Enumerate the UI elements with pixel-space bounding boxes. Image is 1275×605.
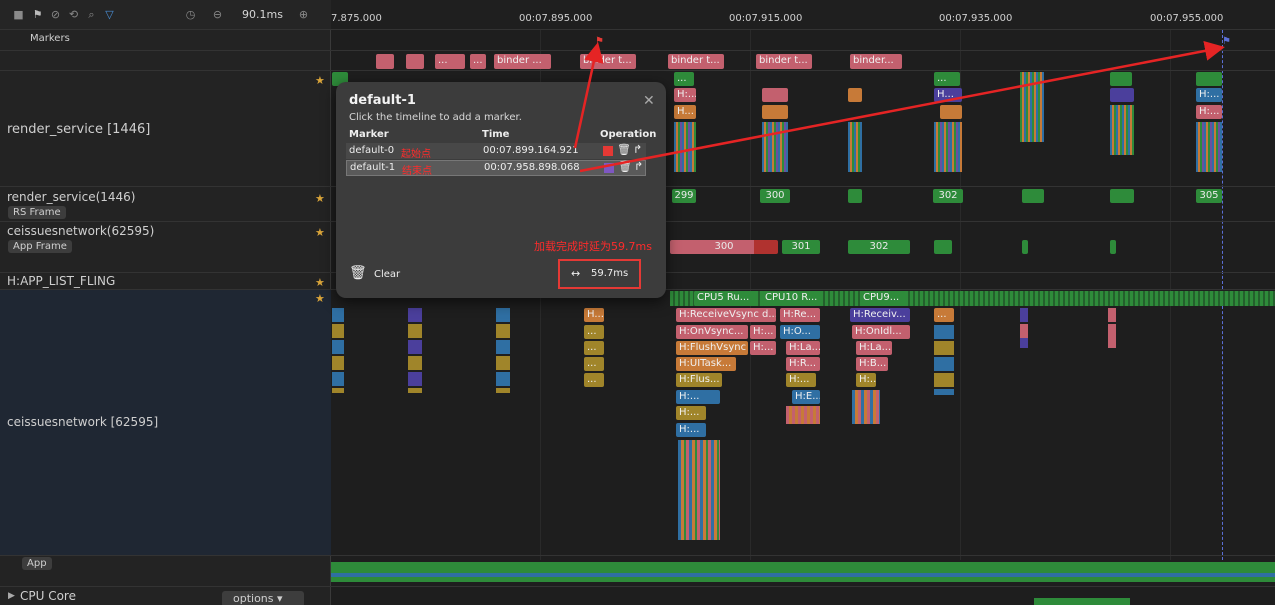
annotation-arrows	[573, 41, 1225, 173]
arrow-to-start-marker	[573, 42, 604, 149]
profiler-window: ■ ⚑ ⊘ ⟲ ⌕ ▽ ◷ ⊖ 90.1ms ⊕ 7.875.000 00:07…	[0, 0, 1275, 605]
arrow-to-end-marker	[579, 41, 1225, 173]
